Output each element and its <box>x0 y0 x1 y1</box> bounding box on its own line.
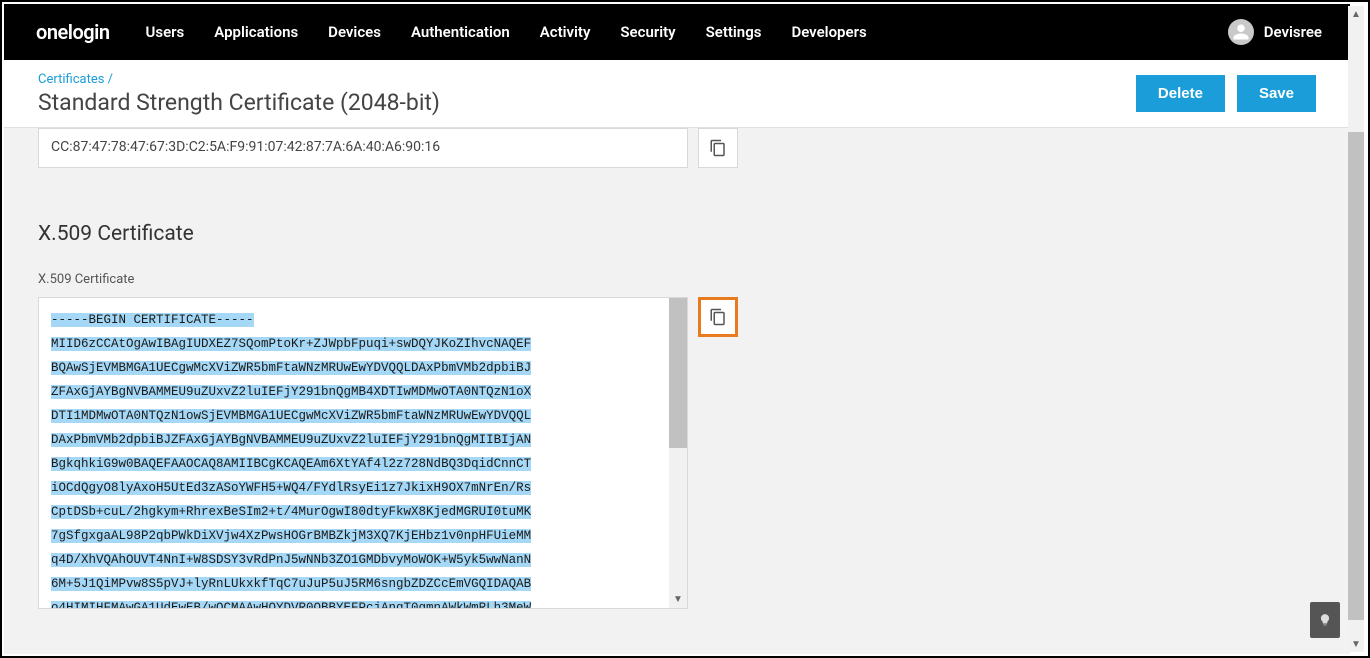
brand-logo[interactable]: onelogin <box>36 20 110 44</box>
delete-button[interactable]: Delete <box>1136 75 1225 112</box>
breadcrumb: Certificates / <box>38 72 1136 87</box>
fingerprint-value[interactable]: CC:87:47:78:47:67:3D:C2:5A:F9:91:07:42:8… <box>38 128 688 168</box>
top-navbar: onelogin Users Applications Devices Auth… <box>4 4 1350 60</box>
lightbulb-icon <box>1318 611 1332 629</box>
avatar <box>1228 19 1254 45</box>
page-header: Certificates / Standard Strength Certifi… <box>4 60 1350 128</box>
nav-item-applications[interactable]: Applications <box>214 23 298 41</box>
copy-icon <box>709 308 727 326</box>
nav-item-activity[interactable]: Activity <box>540 23 591 41</box>
user-menu[interactable]: Devisree <box>1228 19 1322 45</box>
page-scroll-down-icon[interactable]: ▼ <box>1348 636 1364 652</box>
breadcrumb-separator: / <box>104 72 113 87</box>
nav-item-authentication[interactable]: Authentication <box>411 23 510 41</box>
help-button[interactable] <box>1310 602 1340 638</box>
user-name: Devisree <box>1264 23 1322 41</box>
nav-item-devices[interactable]: Devices <box>328 23 381 41</box>
breadcrumb-link-certificates[interactable]: Certificates <box>38 72 104 87</box>
copy-fingerprint-button[interactable] <box>698 128 738 168</box>
x509-field-label: X.509 Certificate <box>38 272 1316 287</box>
copy-certificate-button[interactable] <box>698 297 738 337</box>
save-button[interactable]: Save <box>1237 75 1316 112</box>
nav-item-developers[interactable]: Developers <box>791 23 866 41</box>
cert-scrollbar[interactable]: ▲ ▼ <box>669 298 687 608</box>
nav-item-security[interactable]: Security <box>620 23 675 41</box>
nav-item-settings[interactable]: Settings <box>706 23 762 41</box>
content-area: CC:87:47:78:47:67:3D:C2:5A:F9:91:07:42:8… <box>4 128 1350 654</box>
fingerprint-row: CC:87:47:78:47:67:3D:C2:5A:F9:91:07:42:8… <box>38 128 738 168</box>
nav-items: Users Applications Devices Authenticatio… <box>146 23 1228 41</box>
cert-scroll-down-icon[interactable]: ▼ <box>669 590 687 608</box>
page-title: Standard Strength Certificate (2048-bit) <box>38 89 1136 116</box>
x509-row: -----BEGIN CERTIFICATE----- MIID6zCCAtOg… <box>38 297 738 609</box>
x509-section-title: X.509 Certificate <box>38 222 1316 246</box>
page-scroll-up-icon[interactable]: ▲ <box>1348 6 1364 22</box>
header-actions: Delete Save <box>1136 75 1316 112</box>
copy-icon <box>709 139 727 157</box>
cert-scroll-thumb[interactable] <box>669 298 687 448</box>
x509-certificate-textarea[interactable]: -----BEGIN CERTIFICATE----- MIID6zCCAtOg… <box>38 297 688 609</box>
page-scroll-thumb[interactable] <box>1348 132 1364 620</box>
page-scrollbar[interactable]: ▲ ▼ <box>1348 6 1364 652</box>
nav-item-users[interactable]: Users <box>146 23 185 41</box>
